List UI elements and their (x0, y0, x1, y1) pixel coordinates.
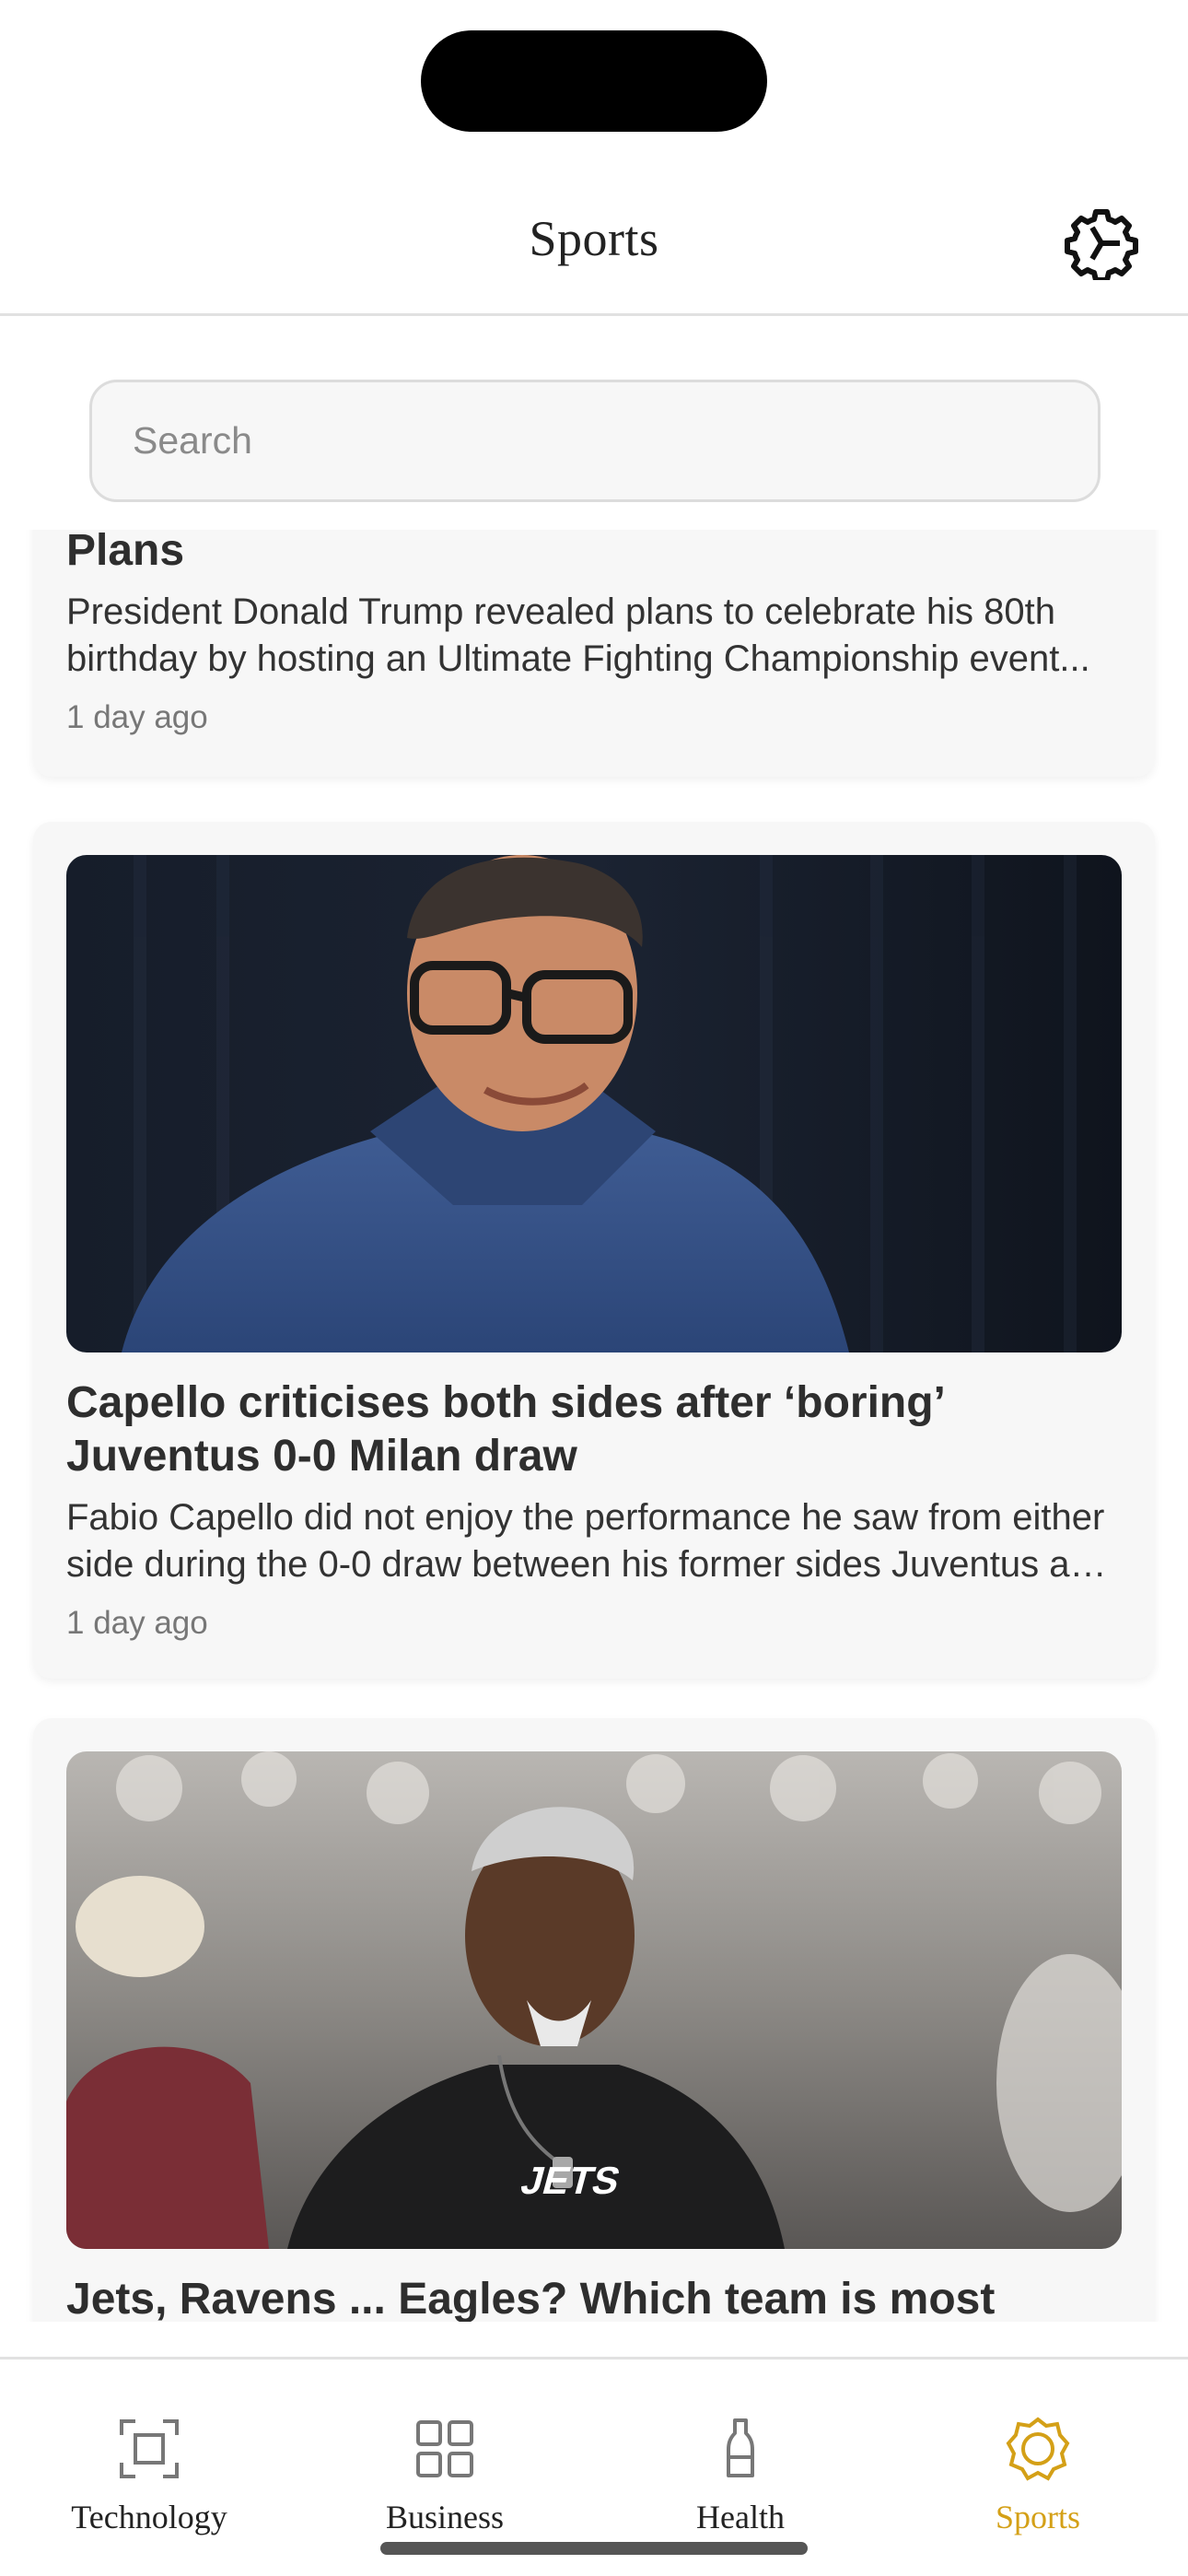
article-timestamp: 1 day ago (66, 699, 208, 735)
search-input[interactable] (89, 380, 1101, 502)
article-image: JETS (66, 1751, 1122, 2249)
svg-text:JETS: JETS (517, 2160, 625, 2203)
header: Sports (0, 157, 1188, 316)
article-title: Capello criticises both sides after ‘bor… (66, 1378, 944, 1481)
tab-sports[interactable]: Sports (932, 2417, 1144, 2536)
article-card[interactable]: Capello criticises both sides after ‘bor… (33, 822, 1155, 1679)
article-card[interactable]: JETS Jets, Ravens ... Eagles? Which team… (33, 1718, 1155, 2322)
grid-icon (416, 2420, 473, 2477)
article-image (66, 855, 1122, 1352)
bottle-icon (727, 2418, 754, 2477)
article-timestamp: 1 day ago (66, 1605, 208, 1641)
ball-icon (1006, 2417, 1070, 2481)
dynamic-island (421, 30, 767, 132)
article-feed[interactable]: Plans President Donald Trump revealed pl… (0, 530, 1188, 2322)
article-title: Jets, Ravens ... Eagles? Which team is m… (66, 2275, 996, 2322)
app-screen: Sports Plans President Donald Trump reve… (0, 0, 1188, 2576)
tab-label: Health (696, 2499, 785, 2535)
article-title: Plans (66, 530, 185, 575)
tab-label: Business (385, 2499, 505, 2535)
tab-technology[interactable]: Technology (43, 2417, 255, 2536)
article-card[interactable]: Plans President Donald Trump revealed pl… (33, 530, 1155, 777)
tab-label: Technology (71, 2499, 227, 2535)
article-description: President Donald Trump revealed plans to… (66, 591, 1090, 679)
settings-button[interactable] (1059, 201, 1144, 286)
page-title: Sports (529, 211, 659, 266)
tab-health[interactable]: Health (635, 2417, 846, 2536)
tab-business[interactable]: Business (339, 2417, 551, 2536)
viewfinder-icon (120, 2419, 179, 2478)
home-indicator[interactable] (380, 2542, 808, 2555)
settings-gear-icon (1065, 209, 1138, 280)
article-description: Fabio Capello did not enjoy the performa… (66, 1497, 1111, 1585)
tab-label: Sports (995, 2499, 1081, 2535)
